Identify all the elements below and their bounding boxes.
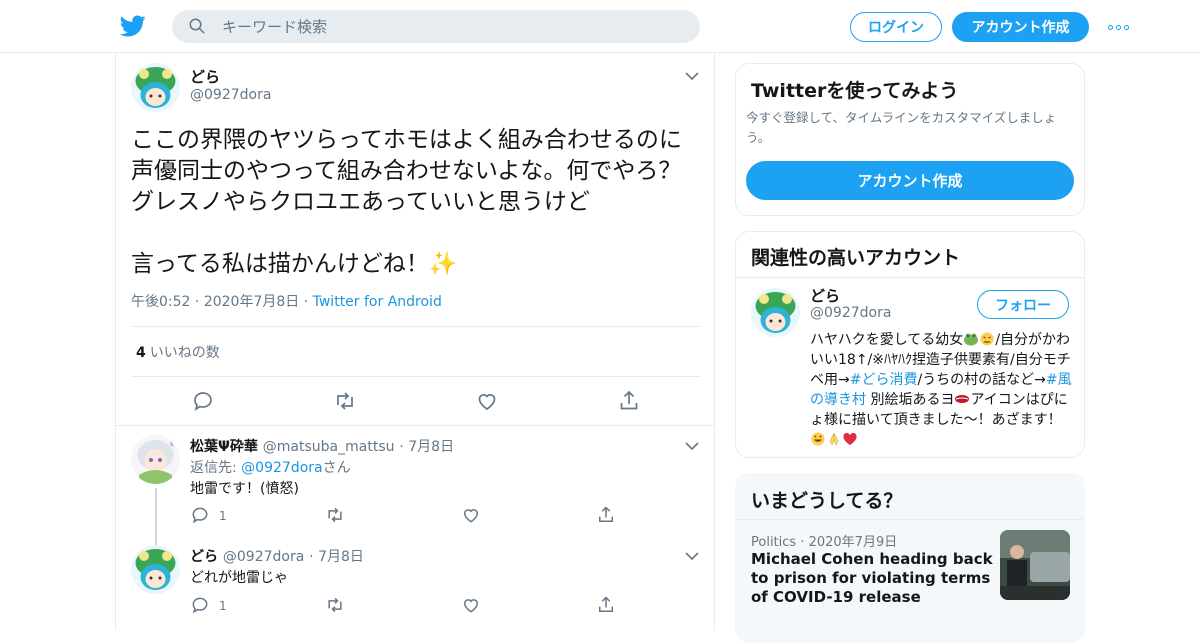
confounded-face-emoji-icon [980,332,994,346]
reply-icon[interactable] [191,389,215,413]
reply-to-label: 返信先: [190,460,242,476]
reply-count: 1 [219,509,227,523]
card-title: 関連性の高いアカウント [751,247,961,269]
heart-icon[interactable] [475,389,499,413]
reply-author-handle: @matsuba_mattsu [262,439,395,455]
share-icon[interactable] [596,505,616,525]
bio-text: ハヤハクを愛してる幼女 [810,332,964,348]
top-navigation-bar: ログイン アカウント作成 [0,0,1200,53]
share-icon[interactable] [596,595,616,615]
hashtag-link[interactable]: #どら消費 [850,372,918,388]
avatar-illustration [131,63,180,112]
trend-date: 2020年7月9日 [808,535,898,550]
trend-headline[interactable]: Michael Cohen heading back to prison for… [751,550,996,607]
avatar[interactable] [131,63,180,112]
reply-to-suffix: さん [322,460,351,476]
search-input[interactable] [172,10,700,43]
frog-emoji-icon [964,333,979,346]
reply-date[interactable]: 7月8日 [408,439,454,455]
meta-separator: · [303,294,313,310]
red-heart-emoji-icon [843,432,857,445]
heart-icon[interactable] [461,505,481,525]
twitter-bird-icon[interactable] [120,13,146,39]
tweet-source-link[interactable]: Twitter for Android [313,294,442,310]
divider [131,376,701,377]
reply-text: どれが地雷じゃ [190,570,288,586]
signup-button[interactable]: アカウント作成 [746,161,1074,200]
follow-button[interactable]: フォロー [977,290,1069,319]
main-timeline-column: どら @0927dora ここの界隈のヤツらってホモはよく組み合わせるのに声優同… [115,53,715,630]
meta-separator: · [309,549,319,565]
reply-date[interactable]: 7月8日 [318,549,364,565]
meta-separator: · [800,535,809,550]
card-title: いまどうしてる？ [751,490,903,512]
tweet-time[interactable]: 午後0:52 [131,294,190,310]
grinning-face-emoji-icon [811,432,825,446]
login-button[interactable]: ログイン [850,12,942,42]
related-accounts-card: 関連性の高いアカウント どら @0927dora フォロー ハヤハクを愛してる幼… [735,231,1085,458]
reply-author[interactable]: 松葉Ψ砕華 @matsuba_mattsu · 7月8日 [190,436,454,456]
tweet-separator [116,425,714,426]
meta-separator: · [194,294,204,310]
avatar-illustration [131,545,180,594]
reply-count: 1 [219,599,227,613]
chevron-down-icon[interactable] [685,441,699,451]
reply-icon[interactable] [190,595,210,615]
reply-icon[interactable] [190,505,210,525]
retweet-icon[interactable] [333,389,357,413]
news-photo [1000,530,1070,600]
account-handle[interactable]: @0927dora [810,305,891,321]
meta-separator: · [399,439,409,455]
avatar[interactable] [131,545,180,594]
retweet-icon[interactable] [325,505,345,525]
tweet-meta: 午後0:52 · 2020年7月8日 · Twitter for Android [131,291,442,311]
divider [131,326,701,327]
bio-text: /うちの村の話など→ [917,372,1046,388]
avatar[interactable] [751,288,800,337]
reply-author-name: 松葉Ψ砕華 [190,439,258,455]
divider [736,277,1084,278]
reply-to-line: 返信先: @0927doraさん [190,457,351,477]
signup-button[interactable]: アカウント作成 [952,12,1089,42]
chevron-down-icon[interactable] [685,71,699,81]
like-count: 4 [136,345,146,361]
retweet-icon[interactable] [325,595,345,615]
tweet-author-name[interactable]: どら [190,66,220,87]
account-name[interactable]: どら [810,285,840,306]
more-dots-icon[interactable] [1106,18,1130,36]
heart-icon[interactable] [461,595,481,615]
share-icon[interactable] [617,389,641,413]
avatar-illustration [751,288,800,337]
card-description: 今すぐ登録して、タイムラインをカスタマイズしましょう。 [746,110,1057,145]
search-icon [189,18,205,34]
reply-author-handle: @0927dora [222,549,305,565]
tweet-text: ここの界隈のヤツらってホモはよく組み合わせるのに声優同士のやつって組み合わせない… [131,127,682,277]
folded-hands-emoji-icon [829,432,839,446]
tweet-author-handle[interactable]: @0927dora [190,87,271,103]
avatar-illustration [131,435,180,484]
like-count-stat[interactable]: 4 いいねの数 [136,342,220,362]
reply-author[interactable]: どら @0927dora · 7月8日 [190,546,364,566]
trend-thumbnail[interactable] [1000,530,1070,600]
try-twitter-card: Twitterを使ってみよう 今すぐ登録して、タイムラインをカスタマイズしましょ… [735,63,1085,216]
trend-category: Politics [751,535,797,550]
like-count-label: いいねの数 [149,345,220,361]
reply-to-mention[interactable]: @0927dora [241,460,322,476]
trend-meta: Politics · 2020年7月9日 [751,531,897,550]
reply-author-name: どら [190,549,218,565]
avatar[interactable] [131,435,180,484]
tweet-date[interactable]: 2020年7月8日 [204,294,299,310]
trends-card: いまどうしてる？ Politics · 2020年7月9日 Michael Co… [735,473,1085,643]
account-bio: ハヤハクを愛してる幼女/自分がかわいい18↑/※ﾊﾔﾊｸ捏造子供要素有/自分モチ… [810,330,1072,450]
reply-text: 地雷です！(憤怒) [190,481,299,497]
card-title: Twitterを使ってみよう [751,80,959,102]
trends-header: いまどうしてる？ [736,474,1084,520]
bio-text: 別絵垢あるヨ [866,392,955,408]
chevron-down-icon[interactable] [685,551,699,561]
lips-emoji-icon [955,395,970,403]
